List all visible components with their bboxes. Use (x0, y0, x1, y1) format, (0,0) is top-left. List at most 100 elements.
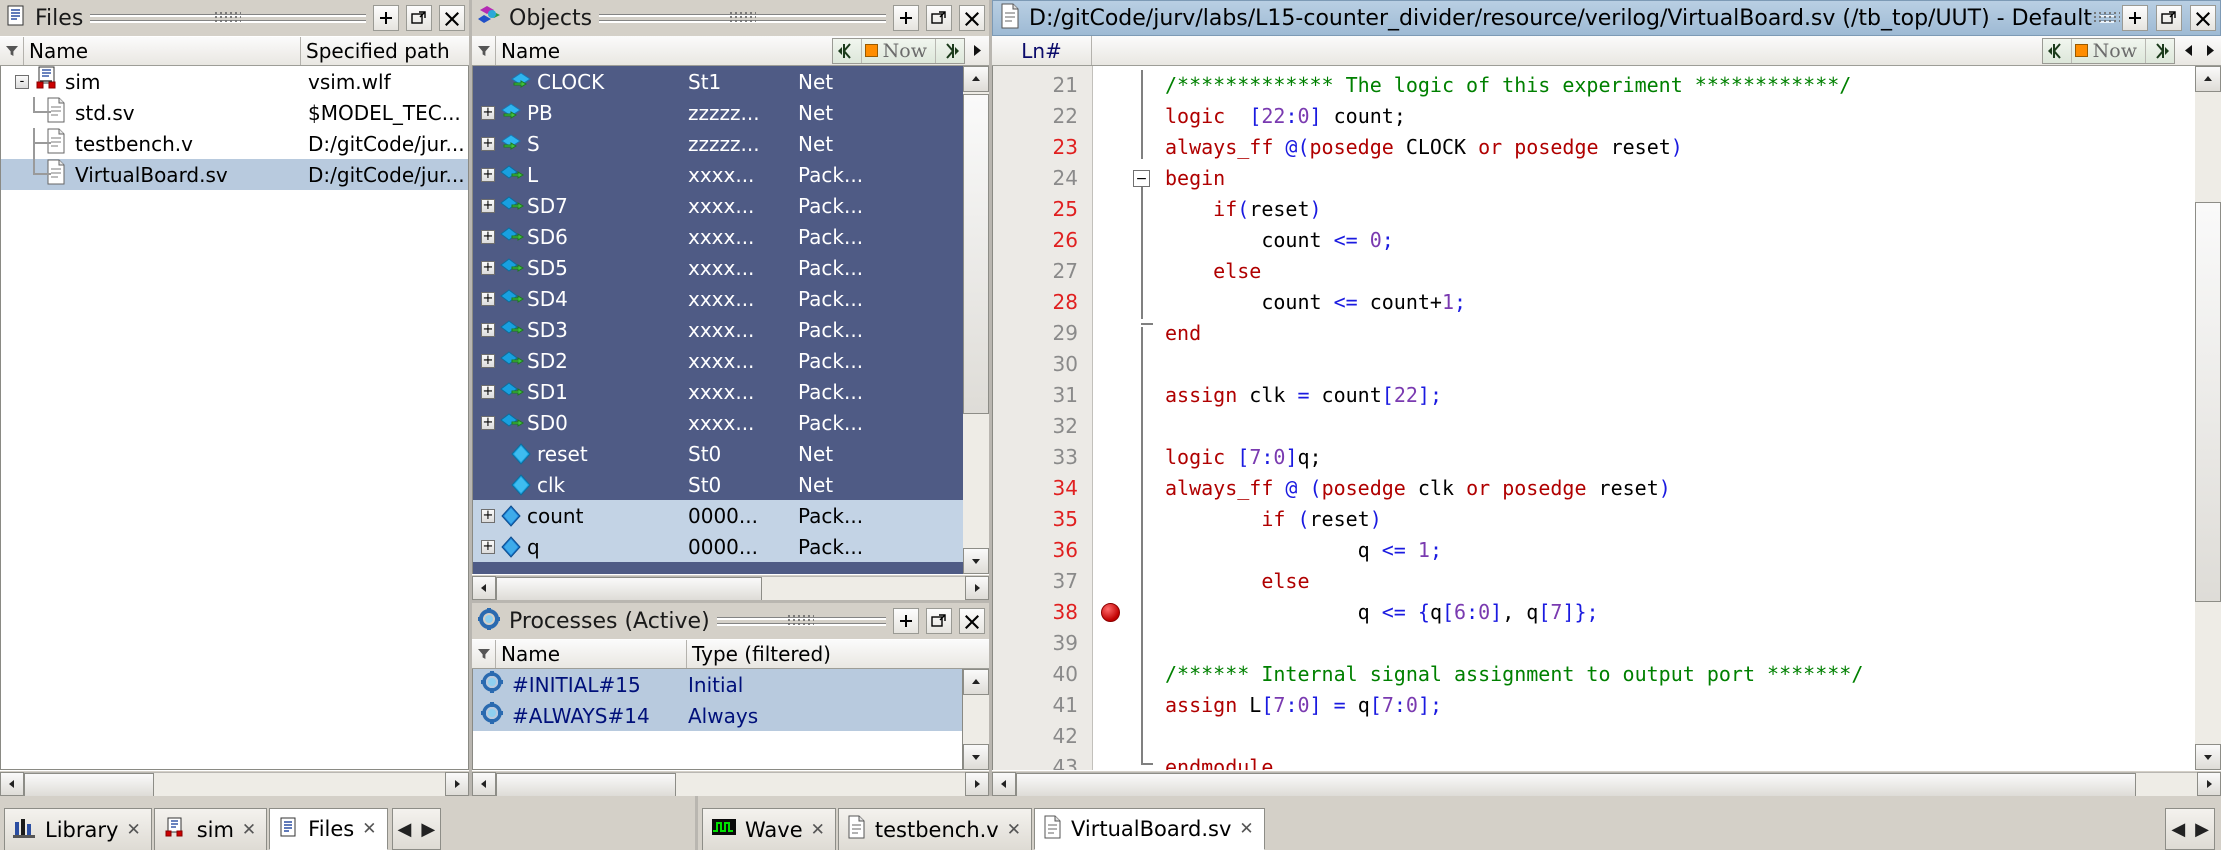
processes-filter-icon[interactable] (472, 640, 496, 668)
processes-vscroll-track[interactable] (963, 695, 989, 744)
source-close-button[interactable] (2190, 5, 2216, 31)
tab-close-icon[interactable]: ✕ (811, 820, 825, 840)
code-line[interactable]: logic [22:0] count; (1157, 101, 2195, 132)
breakpoint-slot[interactable] (1093, 535, 1127, 566)
processes-hscroll-left[interactable] (472, 771, 496, 796)
source-vscroll-down[interactable] (2195, 744, 2221, 770)
processes-vscroll-down[interactable] (963, 744, 989, 770)
files-hscroll-track[interactable] (24, 771, 445, 797)
code-line[interactable]: /************* The logic of this experim… (1157, 70, 2195, 101)
processes-undock-button[interactable] (926, 608, 952, 634)
objects-expander[interactable]: + (481, 229, 495, 244)
objects-expander[interactable]: + (481, 415, 495, 430)
objects-expander[interactable]: + (481, 353, 495, 368)
files-hscroll-right[interactable] (445, 771, 469, 796)
code-line[interactable]: begin (1157, 163, 2195, 194)
code-line[interactable]: q <= {q[6:0], q[7]}; (1157, 597, 2195, 628)
breakpoint-slot[interactable] (1093, 349, 1127, 380)
objects-row-sd2[interactable]: + SD2 xxxx... Pack... (473, 345, 963, 376)
objects-toolbar-more-button[interactable] (965, 44, 989, 57)
objects-vscroll-up[interactable] (963, 66, 989, 92)
files-undock-button[interactable] (406, 5, 432, 31)
code-line[interactable]: logic [7:0]q; (1157, 442, 2195, 473)
processes-add-button[interactable] (893, 608, 919, 634)
breakpoint-slot[interactable] (1093, 163, 1127, 194)
objects-vscroll-track[interactable] (963, 92, 989, 548)
source-now-indicator[interactable]: Now (2072, 38, 2146, 63)
tab-close-icon[interactable]: ✕ (1239, 819, 1253, 839)
objects-row-reset[interactable]: reset St0 Net (473, 438, 963, 469)
objects-row-sd1[interactable]: + SD1 xxxx... Pack... (473, 376, 963, 407)
tab-close-icon[interactable]: ✕ (1007, 820, 1021, 840)
source-vscrollbar[interactable] (2195, 66, 2221, 770)
breakpoint-slot[interactable] (1093, 101, 1127, 132)
processes-col-name[interactable]: Name (496, 640, 687, 668)
code-line[interactable]: q <= 1; (1157, 535, 2195, 566)
source-fold-gutter[interactable]: − (1127, 66, 1157, 770)
processes-vscroll-up[interactable] (963, 669, 989, 695)
processes-hscrollbar[interactable] (472, 770, 989, 797)
objects-expander[interactable]: + (481, 167, 495, 182)
source-code-area[interactable]: 21 22 23 24 25 26 27 28 29 30 31 32 33 3… (992, 66, 2221, 770)
code-line[interactable] (1157, 411, 2195, 442)
objects-expander[interactable]: + (481, 105, 495, 120)
source-vscroll-up[interactable] (2195, 66, 2221, 92)
source-hscroll-right[interactable] (2197, 771, 2221, 796)
code-line[interactable] (1157, 349, 2195, 380)
files-hscroll-left[interactable] (0, 771, 24, 796)
objects-row-count[interactable]: + count 0000... Pack... (473, 500, 963, 531)
code-line[interactable]: always_ff @ (posedge clk or posedge rese… (1157, 473, 2195, 504)
objects-expander[interactable]: + (481, 198, 495, 213)
processes-row-initial[interactable]: #INITIAL#15 Initial (473, 669, 962, 700)
source-undock-button[interactable] (2156, 5, 2182, 31)
processes-hscroll-right[interactable] (965, 771, 989, 796)
tab-virtualboard-sv[interactable]: VirtualBoard.sv ✕ (1034, 808, 1265, 850)
source-hscrollbar[interactable] (992, 770, 2221, 797)
processes-hscroll-thumb[interactable] (496, 772, 676, 797)
source-col-line-number[interactable]: Ln# (992, 36, 1092, 65)
objects-row-sd3[interactable]: + SD3 xxxx... Pack... (473, 314, 963, 345)
code-line[interactable]: assign clk = count[22]; (1157, 380, 2195, 411)
objects-row-clock[interactable]: CLOCK St1 Net (473, 66, 963, 97)
objects-expander[interactable]: + (481, 136, 495, 151)
objects-row-l[interactable]: + L xxxx... Pack... (473, 159, 963, 190)
source-hscroll-left[interactable] (992, 771, 1016, 796)
breakpoint-slot[interactable] (1093, 318, 1127, 349)
objects-vscroll-thumb[interactable] (963, 94, 989, 414)
breakpoint-slot[interactable] (1093, 380, 1127, 411)
code-line[interactable]: else (1157, 256, 2195, 287)
code-line[interactable]: endmodule (1157, 752, 2195, 770)
breakpoint-slot[interactable] (1093, 70, 1127, 101)
objects-expander[interactable]: + (481, 291, 495, 306)
code-line[interactable]: assign L[7:0] = q[7:0]; (1157, 690, 2195, 721)
source-panel-grip[interactable] (2094, 10, 2120, 26)
tab-close-icon[interactable]: ✕ (362, 819, 376, 839)
tab-close-icon[interactable]: ✕ (242, 820, 256, 840)
objects-expander[interactable]: + (481, 322, 495, 337)
objects-row-sd5[interactable]: + SD5 xxxx... Pack... (473, 252, 963, 283)
code-line[interactable]: if(reset) (1157, 194, 2195, 225)
breakpoint-marker[interactable] (1093, 597, 1127, 628)
breakpoint-slot[interactable] (1093, 752, 1127, 770)
breakpoint-slot[interactable] (1093, 721, 1127, 752)
code-line[interactable] (1157, 628, 2195, 659)
code-line[interactable]: if (reset) (1157, 504, 2195, 535)
breakpoint-slot[interactable] (1093, 690, 1127, 721)
code-line[interactable]: end (1157, 318, 2195, 349)
objects-hscrollbar[interactable] (472, 574, 989, 601)
files-row-virtualboard-sv[interactable]: VirtualBoard.sv D:/gitCode/jur... (1, 159, 468, 190)
files-expander-sim[interactable]: - (15, 74, 29, 89)
objects-hscroll-right[interactable] (965, 575, 989, 600)
objects-list[interactable]: CLOCK St1 Net + PB zzzzz... Net + S zzzz… (472, 66, 963, 574)
source-code-text[interactable]: /************* The logic of this experim… (1157, 66, 2195, 770)
objects-add-button[interactable] (893, 5, 919, 31)
files-hscrollbar[interactable] (0, 770, 469, 797)
objects-expander[interactable]: + (481, 260, 495, 275)
breakpoint-slot[interactable] (1093, 473, 1127, 504)
tab-nav-right-icon[interactable]: ▶ (2190, 819, 2214, 840)
source-toolbar-more-left-button[interactable] (2177, 44, 2199, 57)
breakpoint-icon[interactable] (1100, 603, 1120, 622)
breakpoint-slot[interactable] (1093, 287, 1127, 318)
source-hscroll-track[interactable] (1016, 771, 2197, 797)
files-col-path[interactable]: Specified path (301, 37, 469, 65)
